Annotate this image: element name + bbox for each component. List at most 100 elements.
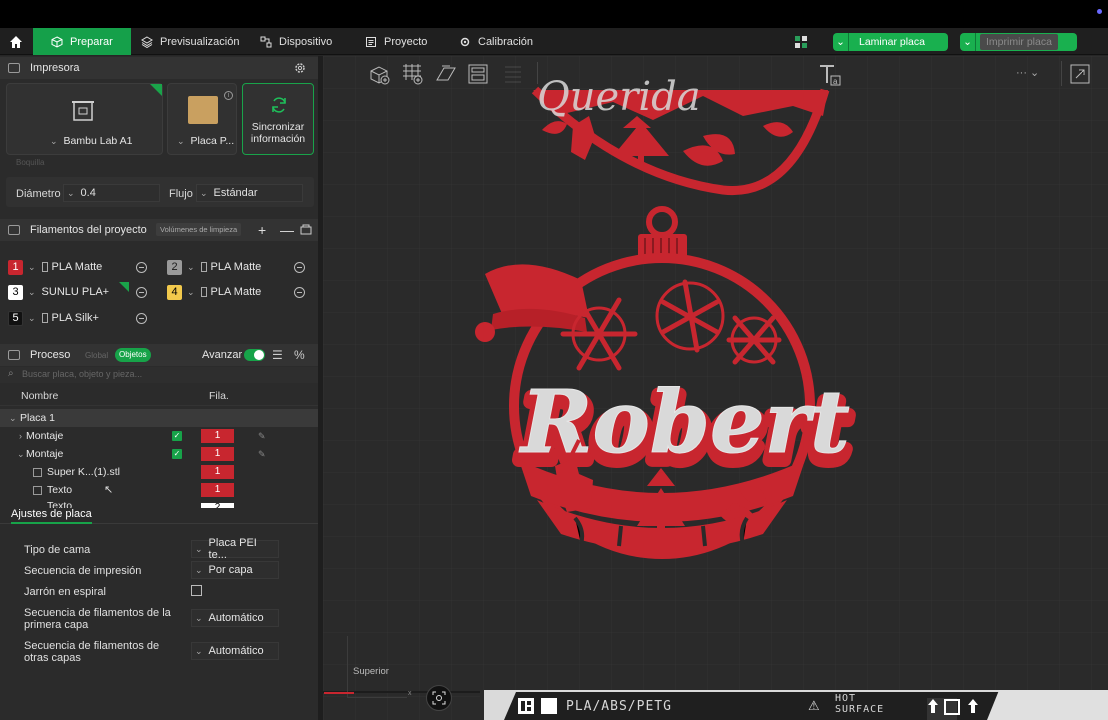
advanced-switch[interactable] (244, 349, 265, 361)
chevron-right-icon: › (19, 431, 22, 441)
filament-slot-4[interactable]: 4 ⌄ PLA Matte (167, 282, 261, 302)
column-name: Nombre (21, 390, 59, 402)
diameter-select[interactable]: ⌄ 0.4 (63, 184, 160, 202)
remove-filament-icon[interactable] (136, 313, 147, 324)
grid-view-icon[interactable] (795, 36, 807, 48)
filament-slot-1[interactable]: 1 ⌄ PLA Matte (8, 257, 102, 277)
chevron-down-icon: ⌄ (28, 312, 36, 323)
chevron-down-icon[interactable]: ⌄ (833, 33, 849, 51)
flow-select[interactable]: ⌄ Estándar (196, 184, 303, 202)
download-icon[interactable] (966, 697, 980, 715)
tab-proyecto[interactable]: Proyecto (355, 28, 437, 55)
device-icon (260, 36, 272, 47)
filament-badge[interactable]: 1 (201, 483, 234, 497)
ornament-main-model[interactable]: Robert Robert (323, 56, 1108, 720)
visible-checkbox[interactable]: ✓ (172, 449, 182, 459)
tab-calibracion[interactable]: Calibración (449, 28, 543, 55)
flow-label: Flujo (169, 188, 193, 200)
filament-name: PLA Matte (51, 261, 103, 273)
gear-icon (460, 37, 470, 46)
objects-toggle[interactable]: Objetos (115, 348, 151, 362)
bambu-logo-2 (541, 698, 557, 714)
tree-row-part[interactable]: Super K...(1).stl 1 (0, 463, 318, 481)
sync-filament-icon[interactable] (300, 224, 312, 236)
chevron-down-icon: ⌄ (195, 543, 203, 554)
tab-dispositivo[interactable]: Dispositivo (250, 28, 342, 55)
plate-surface-label: SURFACE (835, 704, 885, 715)
info-icon[interactable]: i (224, 91, 233, 100)
remove-filament-icon[interactable] (136, 262, 147, 273)
filament-badge[interactable]: 1 (201, 429, 234, 443)
paint-icon[interactable]: ✎ (258, 449, 266, 460)
title-bar (0, 0, 1108, 28)
status-corner-badge (150, 84, 162, 96)
name-text[interactable]: Robert (518, 372, 851, 474)
tab-label: Calibración (478, 35, 534, 48)
tree-row-part[interactable]: Texto 1 ↖ (0, 481, 318, 499)
process-title: Proceso (30, 349, 71, 361)
first-layer-sequence-select[interactable]: ⌄ Automático (191, 609, 279, 627)
purge-volumes-button[interactable]: Volúmenes de limpieza (156, 223, 242, 236)
sync-info-button[interactable]: Sincronizar información (242, 83, 314, 155)
tree-row-assembly[interactable]: › Montaje ✓ 1 ✎ (0, 427, 318, 445)
search-icon: ⌕ (8, 368, 14, 379)
tree-row-plate[interactable]: ⌄ Placa 1 (0, 409, 318, 427)
filament-badge[interactable]: 1 (201, 447, 234, 461)
chevron-down-icon: ⌄ (67, 187, 75, 198)
tab-previsualizacion[interactable]: Previsualización (131, 28, 249, 55)
printer-select-card[interactable]: ⌄ Bambu Lab A1 (6, 83, 163, 155)
gear-icon[interactable] (294, 62, 306, 74)
tab-label: Dispositivo (279, 35, 333, 48)
chevron-down-icon: ⌄ (187, 286, 195, 297)
filament-badge[interactable]: 1 (201, 465, 234, 479)
chevron-down-icon: ⌄ (177, 135, 185, 146)
app-window: Preparar Previsualización Dispositivo Pr… (0, 0, 1108, 720)
filament-number: 3 (8, 284, 23, 300)
plate-select-card[interactable]: i ⌄ Placa P... (167, 83, 237, 155)
paint-icon[interactable]: ✎ (258, 431, 266, 442)
slice-plate-button[interactable]: ⌄ Laminar placa (833, 33, 948, 51)
column-filament: Fila. (209, 390, 229, 402)
remove-filament-icon[interactable] (136, 287, 147, 298)
part-icon (33, 467, 42, 477)
remove-filament-icon[interactable] (294, 287, 305, 298)
remove-filament-icon[interactable] (294, 262, 305, 273)
home-button[interactable] (5, 32, 27, 52)
filament-slot-5[interactable]: 5 ⌄ PLA Silk+ (8, 308, 99, 328)
visible-checkbox[interactable]: ✓ (172, 431, 182, 441)
plate-settings-tabbar: Ajustes de placa (0, 508, 318, 524)
upload-icon[interactable] (926, 697, 940, 715)
print-plate-button[interactable]: ⌄ Imprimir placa (960, 33, 1077, 51)
top-toolbar: Preparar Previsualización Dispositivo Pr… (0, 28, 1108, 55)
plate-corner (987, 690, 1108, 720)
spool-icon (41, 313, 48, 323)
fit-view-icon (432, 691, 446, 705)
chevron-down-icon: ⌄ (28, 286, 36, 297)
percent-icon[interactable]: % (294, 348, 305, 362)
other-layers-sequence-select[interactable]: ⌄ Automático (191, 642, 279, 660)
bed-type-label: Tipo de cama (24, 544, 91, 556)
fit-view-button[interactable] (426, 685, 452, 711)
chevron-down-icon: ⌄ (187, 261, 195, 272)
global-toggle[interactable]: Global (85, 351, 108, 360)
chevron-down-icon: ⌄ (200, 187, 208, 198)
filament-slot-3[interactable]: 3 ⌄ SUNLU PLA+ (8, 282, 109, 302)
tree-row-part[interactable]: Texto 2 (0, 499, 318, 508)
print-sequence-select[interactable]: ⌄ Por capa (191, 561, 279, 579)
filament-slot-2[interactable]: 2 ⌄ PLA Matte (167, 257, 261, 277)
chevron-down-icon[interactable]: ⌄ (960, 33, 976, 51)
list-icon[interactable]: ☰ (272, 348, 283, 362)
plate-view-icon[interactable] (944, 699, 960, 715)
bed-type-select[interactable]: ⌄ Placa PEI te... (191, 537, 279, 561)
spiral-vase-checkbox[interactable] (191, 585, 202, 596)
add-filament-button[interactable]: + (258, 222, 266, 238)
search-input[interactable]: Buscar placa, objeto y pieza... (22, 369, 142, 379)
plate-settings-tab[interactable]: Ajustes de placa (11, 508, 92, 524)
3d-viewport[interactable]: a ··· ⌄ Querida Robert Robert Superior x… (323, 56, 1108, 720)
tab-label: Preparar (70, 35, 113, 48)
mouse-cursor: ↖ (104, 484, 114, 496)
remove-filament-button[interactable]: — (280, 222, 294, 238)
tree-row-assembly[interactable]: ⌄ Montaje ✓ 1 ✎ (0, 445, 318, 463)
tab-preparar[interactable]: Preparar (33, 28, 131, 55)
view-cube[interactable]: Superior x (324, 636, 412, 698)
